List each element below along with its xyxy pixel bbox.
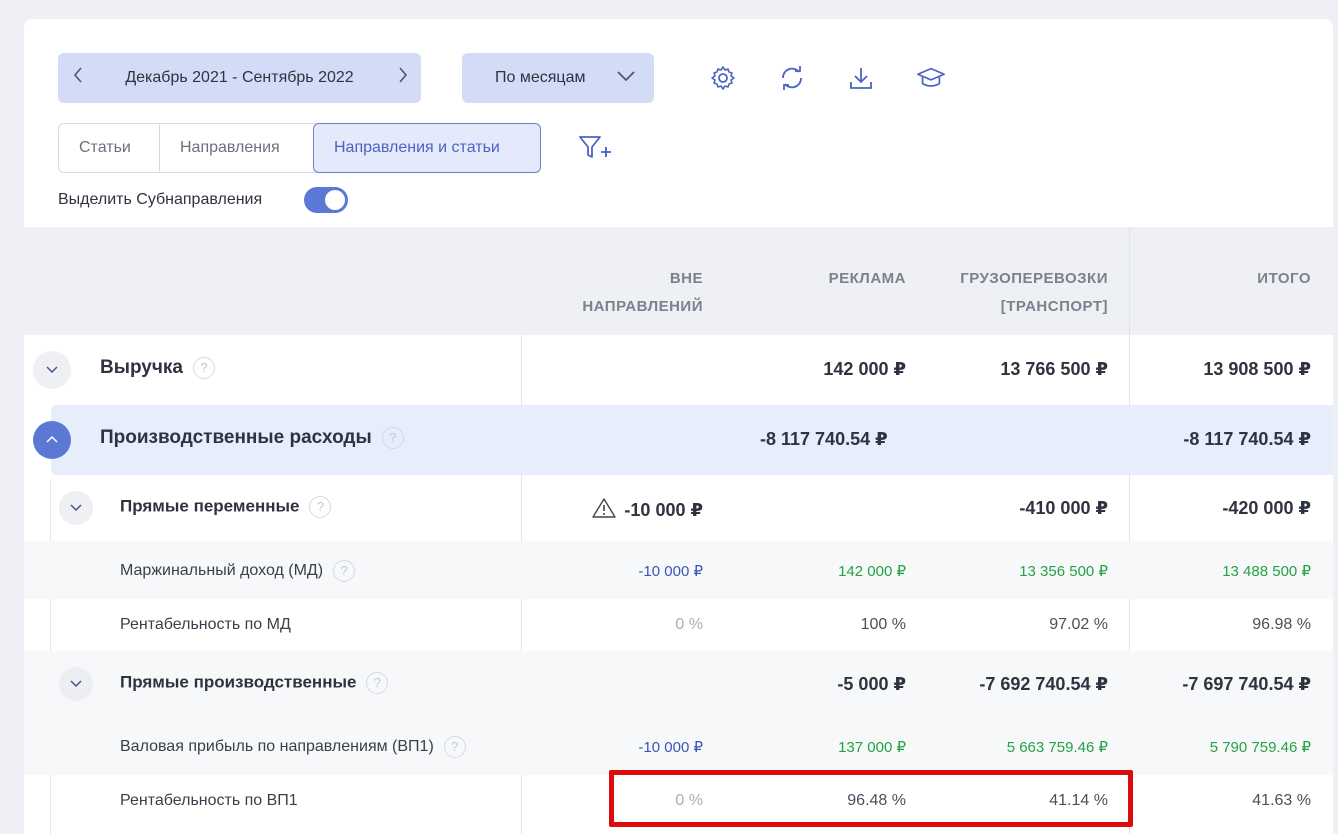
period-selector[interactable]: Декабрь 2021 - Сентябрь 2022 <box>58 53 421 103</box>
cell-total: 41.63 % <box>1252 792 1311 809</box>
column-header-freight: ГРУЗОПЕРЕВОЗКИ [ТРАНСПОРТ] <box>960 270 1108 315</box>
table-row-selected: Производственные расходы? -8 117 740.54 … <box>24 405 1333 475</box>
table-header: ВНЕ НАПРАВЛЕНИЙ РЕКЛАМА ГРУЗОПЕРЕВОЗКИ [ТР… <box>24 227 1333 335</box>
row-label: Выручка? <box>100 357 215 379</box>
cell-total: -7 697 740.54 ₽ <box>1182 674 1311 694</box>
column-header-outside-directions: ВНЕ НАПРАВЛЕНИЙ <box>582 270 703 315</box>
chevron-down-icon <box>616 69 636 88</box>
cell-total: 96.98 % <box>1252 616 1311 633</box>
cell-total: 13 488 500 ₽ <box>1222 563 1311 580</box>
tab-articles[interactable]: Статьи <box>59 124 159 172</box>
column-header-total: ИТОГО <box>1257 270 1311 287</box>
cell-outside-directions: 0 % <box>675 616 703 633</box>
chevron-down-icon <box>69 499 83 517</box>
row-label: Прямые производственные? <box>120 672 389 694</box>
help-icon[interactable]: ? <box>309 496 332 518</box>
cell-freight: 13 356 500 ₽ <box>1019 563 1108 580</box>
expand-button[interactable] <box>59 667 93 701</box>
table-row: Прямые производственные? -5 000 ₽ -7 692… <box>24 651 1333 717</box>
chevron-down-icon <box>45 361 59 379</box>
tab-directions-and-articles[interactable]: Направления и статьи <box>313 123 541 173</box>
cell-freight: 5 663 759.46 ₽ <box>1006 739 1108 756</box>
grouping-label: По месяцам <box>495 69 586 86</box>
table-row: Маржинальный доход (МД)? -10 000 ₽ 142 0… <box>24 541 1333 599</box>
cell-total: 13 908 500 ₽ <box>1203 359 1311 379</box>
help-icon[interactable]: ? <box>443 736 466 758</box>
tab-directions[interactable]: Направления <box>159 124 313 172</box>
cell-freight: -7 692 740.54 ₽ <box>979 674 1108 694</box>
help-icon[interactable]: ? <box>192 357 215 379</box>
expand-button[interactable] <box>59 491 93 525</box>
cell-freight: 97.02 % <box>1049 616 1108 633</box>
help-icon[interactable]: ? <box>333 560 356 582</box>
help-icon[interactable]: ? <box>366 672 389 694</box>
expand-button[interactable] <box>33 351 71 389</box>
cell-advertising: 100 % <box>860 616 906 633</box>
highlight-subdirections-label: Выделить Субнаправления <box>58 191 263 208</box>
cell-total: 5 790 759.46 ₽ <box>1209 739 1311 756</box>
highlight-subdirections-toggle[interactable] <box>304 187 348 213</box>
table-row: Выручка? 142 000 ₽ 13 766 500 ₽ 13 908 5… <box>24 335 1333 405</box>
cell-freight: 13 766 500 ₽ <box>1000 359 1108 379</box>
graduation-cap-icon[interactable] <box>916 63 946 93</box>
filter-add-icon[interactable] <box>578 133 614 168</box>
cell-advertising: 137 000 ₽ <box>838 739 906 756</box>
cell-outside-directions: -10 000 ₽ <box>638 739 703 756</box>
period-label: Декабрь 2021 - Сентябрь 2022 <box>125 69 354 86</box>
chevron-up-icon <box>45 431 59 449</box>
highlight-annotation-box <box>609 770 1133 827</box>
table-row: Валовая прибыль по направлениям (ВП1)? -… <box>24 717 1333 775</box>
row-label: Рентабельность по МД <box>120 616 291 633</box>
cell-total: -8 117 740.54 ₽ <box>1183 429 1311 449</box>
report-card: Декабрь 2021 - Сентябрь 2022 По месяцам … <box>24 19 1333 834</box>
column-header-advertising: РЕКЛАМА <box>828 270 906 287</box>
gear-icon[interactable] <box>708 63 738 93</box>
cell-advertising: 142 000 ₽ <box>838 563 906 580</box>
view-tabs: Статьи Направления Направления и статьи <box>58 123 541 173</box>
table-row: Рентабельность по МД 0 % 100 % 97.02 % 9… <box>24 599 1333 651</box>
next-period-icon[interactable] <box>397 66 409 89</box>
cell-outside-directions: -10 000 ₽ <box>592 498 703 523</box>
table-row: Прямые переменные? -10 000 ₽ -410 000 ₽ … <box>24 475 1333 541</box>
cell-advertising: 142 000 ₽ <box>823 359 906 379</box>
chevron-down-icon <box>69 675 83 693</box>
cell-advertising: -5 000 ₽ <box>837 674 906 694</box>
grouping-dropdown[interactable]: По месяцам <box>462 53 654 103</box>
row-label: Производственные расходы? <box>100 427 404 449</box>
cell-merged-directions: -8 117 740.54 ₽ <box>760 429 888 449</box>
row-label: Маржинальный доход (МД)? <box>120 560 356 582</box>
row-label: Валовая прибыль по направлениям (ВП1)? <box>120 736 466 758</box>
refresh-icon[interactable] <box>777 63 807 93</box>
cell-freight: -410 000 ₽ <box>1019 498 1108 518</box>
cell-outside-directions: -10 000 ₽ <box>638 563 703 580</box>
warning-icon <box>592 498 617 523</box>
row-label: Прямые переменные? <box>120 496 332 518</box>
help-icon[interactable]: ? <box>381 427 404 449</box>
row-label: Рентабельность по ВП1 <box>120 792 298 809</box>
cell-total: -420 000 ₽ <box>1222 498 1311 518</box>
collapse-button[interactable] <box>33 421 71 459</box>
download-icon[interactable] <box>846 63 876 93</box>
